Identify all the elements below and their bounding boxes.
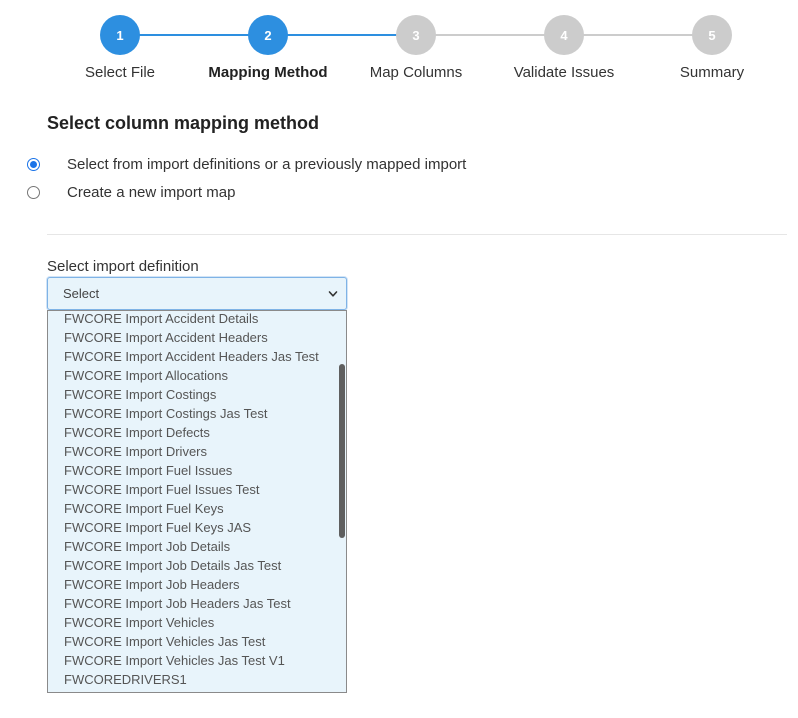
radio-option-import-definitions[interactable]: Select from import definitions or a prev… [27, 156, 466, 173]
dropdown-option[interactable]: FWCORE Import Costings [48, 385, 338, 404]
step-number: 3 [412, 27, 420, 43]
dropdown-option[interactable]: FWCORE Import Defects [48, 423, 338, 442]
dropdown-option[interactable]: FWCORE Import Job Details [48, 537, 338, 556]
step-number: 5 [708, 27, 716, 43]
dropdown-option[interactable]: FWCORE Import Costings Jas Test [48, 404, 338, 423]
step-summary: 5 Summary [632, 15, 792, 81]
dropdown-option[interactable]: FWCORE Import Drivers [48, 442, 338, 461]
select-value: Select [63, 286, 100, 301]
step-number-circle: 3 [396, 15, 436, 55]
chevron-down-icon [328, 290, 338, 297]
step-select-file[interactable]: 1 Select File [40, 15, 200, 81]
radio-button[interactable] [27, 186, 40, 199]
step-mapping-method[interactable]: 2 Mapping Method [188, 15, 348, 81]
step-label: Validate Issues [513, 64, 615, 81]
option-list: FWCORE Import Accident Details FWCORE Imp… [48, 311, 338, 689]
dropdown-scrollbar[interactable] [337, 311, 346, 692]
scrollbar-thumb[interactable] [339, 364, 345, 538]
step-number: 2 [264, 27, 272, 43]
dropdown-option[interactable]: FWCORE Import Allocations [48, 366, 338, 385]
radio-label[interactable]: Select from import definitions or a prev… [67, 156, 466, 173]
step-number: 4 [560, 27, 568, 43]
step-label-active: Mapping Method [208, 64, 328, 81]
import-definition-label: Select import definition [47, 258, 199, 275]
dropdown-option[interactable]: FWCORE Import Accident Details [48, 311, 338, 328]
radio-option-new-import-map[interactable]: Create a new import map [27, 184, 235, 201]
step-number: 1 [116, 27, 124, 43]
section-divider [47, 234, 787, 235]
dropdown-option[interactable]: FWCORE Import Fuel Keys [48, 499, 338, 518]
dropdown-option[interactable]: FWCORE Import Accident Headers Jas Test [48, 347, 338, 366]
dropdown-option[interactable]: FWCORE Import Job Headers Jas Test [48, 594, 338, 613]
step-number-circle: 5 [692, 15, 732, 55]
step-number-circle: 4 [544, 15, 584, 55]
step-validate-issues: 4 Validate Issues [484, 15, 644, 81]
radio-button-checked[interactable] [27, 158, 40, 171]
step-number-circle: 2 [248, 15, 288, 55]
import-definition-dropdown-list[interactable]: FWCORE Import Accident Details FWCORE Imp… [47, 310, 347, 693]
dropdown-option[interactable]: FWCORE Import Fuel Issues Test [48, 480, 338, 499]
radio-label[interactable]: Create a new import map [67, 184, 235, 201]
step-label: Summary [679, 64, 745, 81]
step-label: Select File [84, 64, 156, 81]
dropdown-option[interactable]: FWCORE Import Vehicles Jas Test V1 [48, 651, 338, 670]
step-label: Map Columns [369, 64, 463, 81]
dropdown-option[interactable]: FWCORE Import Accident Headers [48, 328, 338, 347]
dropdown-option[interactable]: FWCORE Import Fuel Keys JAS [48, 518, 338, 537]
dropdown-option[interactable]: FWCORE Import Job Headers [48, 575, 338, 594]
progress-stepper: 1 Select File 2 Mapping Method 3 Map Col… [0, 0, 798, 100]
step-number-circle: 1 [100, 15, 140, 55]
dropdown-option[interactable]: FWCORE Import Fuel Issues [48, 461, 338, 480]
section-title: Select column mapping method [47, 113, 320, 133]
dropdown-option[interactable]: FWCORE Import Vehicles Jas Test [48, 632, 338, 651]
dropdown-option[interactable]: FWCOREDRIVERS1 [48, 670, 338, 689]
dropdown-option[interactable]: FWCORE Import Vehicles [48, 613, 338, 632]
import-definition-select[interactable]: Select [47, 277, 347, 310]
step-map-columns: 3 Map Columns [336, 15, 496, 81]
dropdown-option[interactable]: FWCORE Import Job Details Jas Test [48, 556, 338, 575]
